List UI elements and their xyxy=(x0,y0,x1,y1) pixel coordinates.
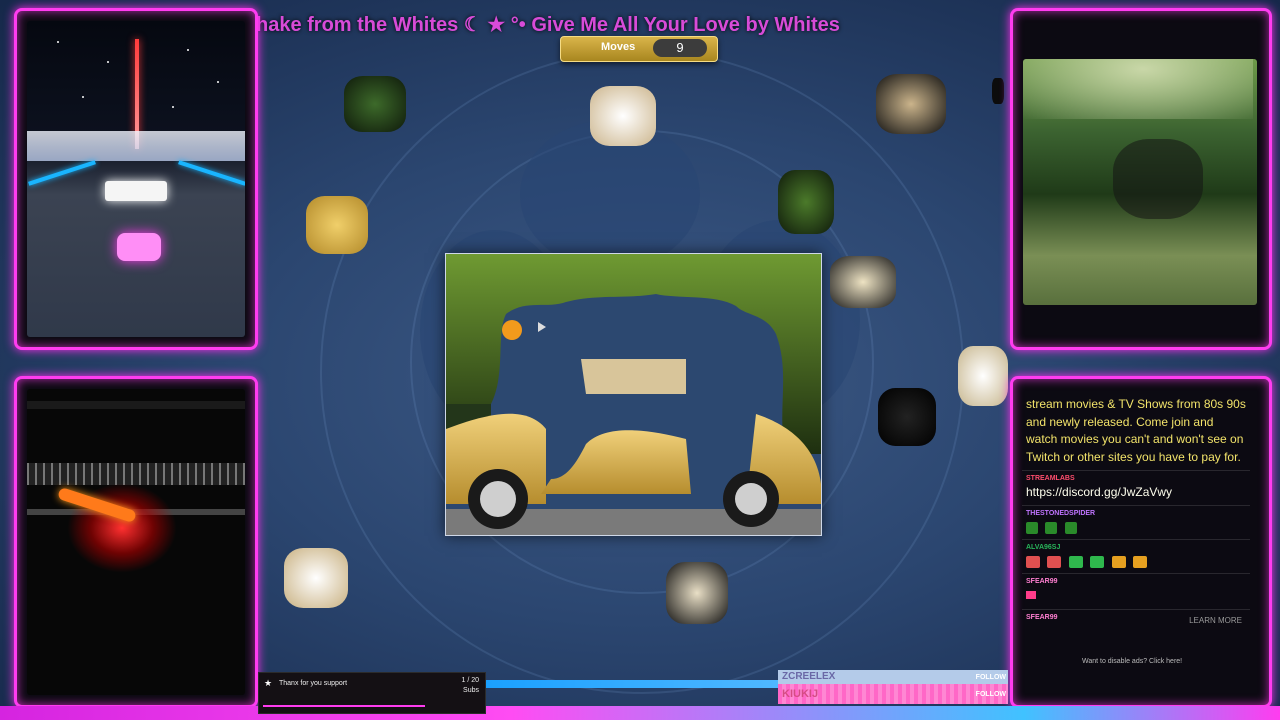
divider xyxy=(1022,470,1250,471)
emote-icon xyxy=(1090,556,1105,568)
chat-username: THESTONEDSPIDER xyxy=(1026,510,1096,517)
puzzle-piece[interactable] xyxy=(284,548,348,608)
follower-name: KIUKIJ xyxy=(782,688,819,700)
emote-row xyxy=(1026,521,1256,534)
emote-icon xyxy=(1047,556,1062,568)
disable-ads-link[interactable]: Want to disable ads? Click here! xyxy=(1082,658,1182,665)
tree-branches xyxy=(1113,139,1203,219)
recent-follows-widget: ZCREELEX FOLLOW KIUKIJ FOLLOW xyxy=(778,670,1008,706)
divider xyxy=(1022,573,1250,574)
follower-name: ZCREELEX xyxy=(782,671,836,682)
puzzle-piece[interactable] xyxy=(876,74,946,134)
stream-description: stream movies & TV Shows from 80s 90s an… xyxy=(1026,397,1246,464)
goal-unit: Subs xyxy=(463,687,479,694)
progress-blue-strip xyxy=(484,680,780,688)
puzzle-piece[interactable] xyxy=(830,256,896,308)
player-vehicle xyxy=(117,233,161,261)
lane-line-left xyxy=(28,160,96,186)
puzzle-piece[interactable] xyxy=(878,388,936,446)
follow-row: KIUKIJ FOLLOW xyxy=(778,684,1008,704)
puzzle-piece[interactable] xyxy=(778,170,834,234)
camera-panel-top-right xyxy=(1010,8,1272,350)
goal-text: Thanx for you support xyxy=(279,680,348,687)
moves-label: Moves xyxy=(601,41,636,53)
railing xyxy=(27,463,245,485)
puzzle-piece[interactable] xyxy=(590,86,656,146)
star xyxy=(187,49,189,51)
star xyxy=(172,106,174,108)
star xyxy=(82,96,84,98)
game-panel-bottom-left xyxy=(14,376,258,708)
divider xyxy=(1022,505,1250,506)
emote-icon xyxy=(1026,522,1038,534)
emote-icon xyxy=(1111,556,1126,568)
vehicle-ahead xyxy=(105,181,167,201)
emote-icon xyxy=(1026,591,1036,599)
puzzle-piece[interactable] xyxy=(666,562,728,624)
follow-row: ZCREELEX FOLLOW xyxy=(778,670,1008,684)
chat-username: ALVA96SJ xyxy=(1026,544,1061,551)
follow-tag: FOLLOW xyxy=(975,691,1006,698)
puzzle-piece[interactable] xyxy=(958,346,1008,406)
forest-camera-view xyxy=(1023,59,1257,305)
sky-light xyxy=(1023,59,1253,119)
puzzle-board[interactable] xyxy=(445,253,822,536)
learn-more-link[interactable]: LEARN MORE xyxy=(1189,616,1242,625)
star-icon: ★ xyxy=(264,678,273,688)
star xyxy=(57,41,59,43)
emote-row xyxy=(1026,555,1256,568)
chat-username: SFEAR99 xyxy=(1026,578,1058,585)
emote-icon xyxy=(1064,522,1077,534)
chat-message-link[interactable]: https://discord.gg/JwZaVwy xyxy=(1026,485,1256,499)
moves-value: 9 xyxy=(653,39,707,57)
goal-count: 1 / 20 xyxy=(461,677,479,684)
puzzle-image xyxy=(446,254,821,535)
lane-line-right xyxy=(178,160,245,186)
divider xyxy=(1022,539,1250,540)
subscriber-goal-widget: ★ Thanx for you support 1 / 20 Subs xyxy=(258,672,486,714)
game-hud xyxy=(27,401,245,409)
star xyxy=(217,81,219,83)
emote-icon xyxy=(1026,556,1040,568)
follow-tag: FOLLOW xyxy=(975,674,1006,681)
racing-game-view xyxy=(27,21,245,337)
chat-feed: stream movies & TV Shows from 80s 90s an… xyxy=(1016,388,1256,684)
emote-icon xyxy=(1045,522,1058,534)
goal-count-box: 1 / 20 Subs xyxy=(461,676,479,696)
shooter-game-view xyxy=(27,389,245,695)
puzzle-piece[interactable] xyxy=(306,196,368,254)
game-panel-top-left xyxy=(14,8,258,350)
chat-username: STREAMLABS xyxy=(1026,475,1075,482)
divider xyxy=(1022,609,1250,610)
emote-icon xyxy=(1133,556,1148,568)
bottom-neon-strip xyxy=(0,706,1280,720)
horizon-glow xyxy=(27,131,245,161)
goal-progress-bar xyxy=(263,705,425,707)
puzzle-piece[interactable] xyxy=(992,78,1004,104)
emote-icon xyxy=(1068,556,1083,568)
puzzle-piece[interactable] xyxy=(344,76,406,132)
moves-counter: Moves 9 xyxy=(560,36,718,62)
star xyxy=(107,61,109,63)
